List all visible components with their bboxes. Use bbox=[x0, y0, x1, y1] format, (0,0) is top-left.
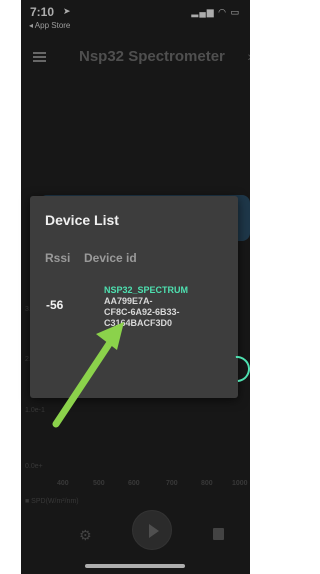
arrow-shaft bbox=[52, 334, 117, 428]
annotation-arrow bbox=[52, 322, 124, 428]
